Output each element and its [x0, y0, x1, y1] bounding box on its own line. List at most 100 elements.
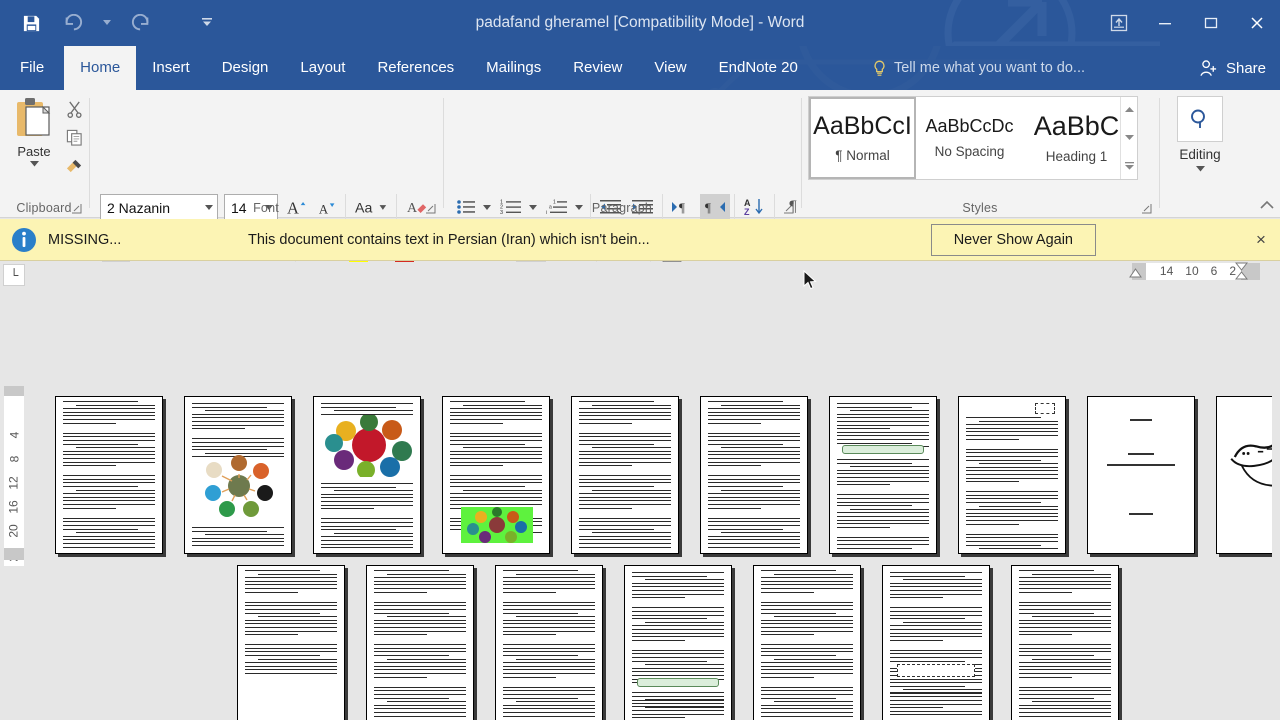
page-thumbnail[interactable]	[624, 565, 732, 720]
style-item-no-spacing[interactable]: AaBbCcDc No Spacing	[916, 97, 1023, 179]
undo-icon[interactable]	[60, 10, 86, 36]
text-line	[632, 586, 724, 588]
text-line	[890, 636, 982, 638]
text-line	[966, 520, 1058, 522]
text-line	[708, 422, 762, 424]
page-thumbnail[interactable]	[366, 565, 474, 720]
tab-layout[interactable]: Layout	[284, 46, 361, 90]
tab-insert[interactable]: Insert	[136, 46, 206, 90]
clipboard-dialog-launcher[interactable]	[71, 201, 84, 214]
text-line	[579, 475, 671, 477]
share-button[interactable]: Share	[1199, 46, 1266, 90]
styles-scrollbar[interactable]	[1120, 97, 1137, 179]
text-line	[761, 686, 853, 688]
page-thumbnail[interactable]	[958, 396, 1066, 554]
text-line	[890, 696, 982, 698]
ruler-tick-10: 10	[1185, 264, 1199, 278]
text-line	[1019, 605, 1111, 607]
page-thumbnail[interactable]	[1011, 565, 1119, 720]
text-line	[503, 647, 595, 649]
horizontal-ruler[interactable]: 14 10 6 2	[28, 262, 1260, 282]
image-circles	[467, 507, 527, 543]
tab-stop-selector[interactable]: └	[3, 264, 25, 286]
tab-design[interactable]: Design	[206, 46, 285, 90]
page-thumbnail[interactable]	[495, 565, 603, 720]
style-item-normal[interactable]: AaBbCcI ¶ Normal	[809, 97, 916, 179]
editing-button[interactable]: Editing	[1172, 96, 1228, 188]
tell-me-box[interactable]: Tell me what you want to do...	[872, 46, 1085, 90]
chevron-down-icon[interactable]	[194, 10, 220, 36]
paste-button[interactable]: Paste	[6, 96, 62, 184]
text-line	[837, 438, 929, 440]
cut-button[interactable]	[60, 96, 88, 122]
close-icon[interactable]: ×	[1246, 230, 1276, 250]
text-line	[579, 415, 671, 417]
restore-icon[interactable]	[1188, 4, 1234, 42]
paste-dropdown-icon[interactable]	[29, 161, 39, 167]
text-line	[708, 418, 800, 420]
close-icon[interactable]	[1234, 4, 1280, 42]
page-thumbnail[interactable]	[442, 396, 550, 554]
tab-file[interactable]: File	[0, 46, 64, 90]
page-thumbnail[interactable]	[882, 565, 990, 720]
page-thumbnail[interactable]	[700, 396, 808, 554]
font-dialog-launcher[interactable]	[425, 201, 438, 214]
tab-review[interactable]: Review	[557, 46, 638, 90]
minimize-icon[interactable]	[1142, 4, 1188, 42]
tab-view[interactable]: View	[638, 46, 702, 90]
text-line	[890, 582, 982, 584]
text-line	[321, 497, 413, 499]
collapse-ribbon-button[interactable]	[1260, 198, 1276, 214]
page-thumbnail[interactable]	[184, 396, 292, 554]
text-line	[708, 450, 800, 452]
styles-scroll-up-icon[interactable]	[1121, 97, 1137, 123]
copy-button[interactable]	[60, 124, 88, 150]
style-item-heading1[interactable]: AaBbC Heading 1	[1023, 97, 1130, 179]
styles-scroll-down-icon[interactable]	[1121, 125, 1137, 151]
format-painter-button[interactable]	[60, 152, 88, 178]
text-line	[579, 465, 633, 467]
page-thumbnail[interactable]	[1087, 396, 1195, 554]
page-thumbnail[interactable]	[571, 396, 679, 554]
page-thumbnail[interactable]	[753, 565, 861, 720]
text-line	[632, 692, 724, 693]
first-line-indent-marker[interactable]	[1129, 265, 1142, 283]
text-line	[708, 486, 784, 488]
page-thumbnail[interactable]	[313, 396, 421, 554]
text-line	[761, 626, 853, 628]
tab-mailings[interactable]: Mailings	[470, 46, 557, 90]
text-line	[245, 591, 299, 593]
page-content	[318, 401, 416, 549]
text-line	[708, 539, 800, 541]
paragraph-dialog-launcher[interactable]	[783, 201, 796, 214]
save-icon[interactable]	[18, 10, 44, 36]
text-line	[890, 707, 944, 709]
styles-dialog-launcher[interactable]	[1141, 201, 1154, 214]
ribbon-display-options-icon[interactable]	[1096, 4, 1142, 42]
tab-references[interactable]: References	[361, 46, 470, 90]
text-line	[890, 653, 982, 655]
undo-dropdown-icon[interactable]	[102, 10, 112, 36]
text-line	[450, 432, 542, 434]
editing-dropdown-icon[interactable]	[1195, 166, 1205, 172]
text-line	[708, 507, 762, 509]
styles-more-icon[interactable]	[1121, 153, 1137, 179]
text-line	[245, 662, 337, 664]
text-line	[374, 715, 466, 717]
page-thumbnail[interactable]	[1216, 396, 1272, 554]
page-thumbnail[interactable]	[829, 396, 937, 554]
never-show-again-button[interactable]: Never Show Again	[930, 223, 1096, 256]
editing-icon-frame	[1177, 96, 1223, 142]
page-thumbnail[interactable]	[237, 565, 345, 720]
tab-endnote[interactable]: EndNote 20	[703, 46, 814, 90]
text-line	[837, 547, 913, 549]
text-line	[450, 450, 542, 452]
text-line	[849, 466, 929, 468]
text-line	[632, 597, 686, 599]
page-thumbnail[interactable]	[55, 396, 163, 554]
redo-icon[interactable]	[128, 10, 154, 36]
document-canvas[interactable]	[28, 282, 1272, 720]
tab-home[interactable]: Home	[64, 46, 137, 90]
